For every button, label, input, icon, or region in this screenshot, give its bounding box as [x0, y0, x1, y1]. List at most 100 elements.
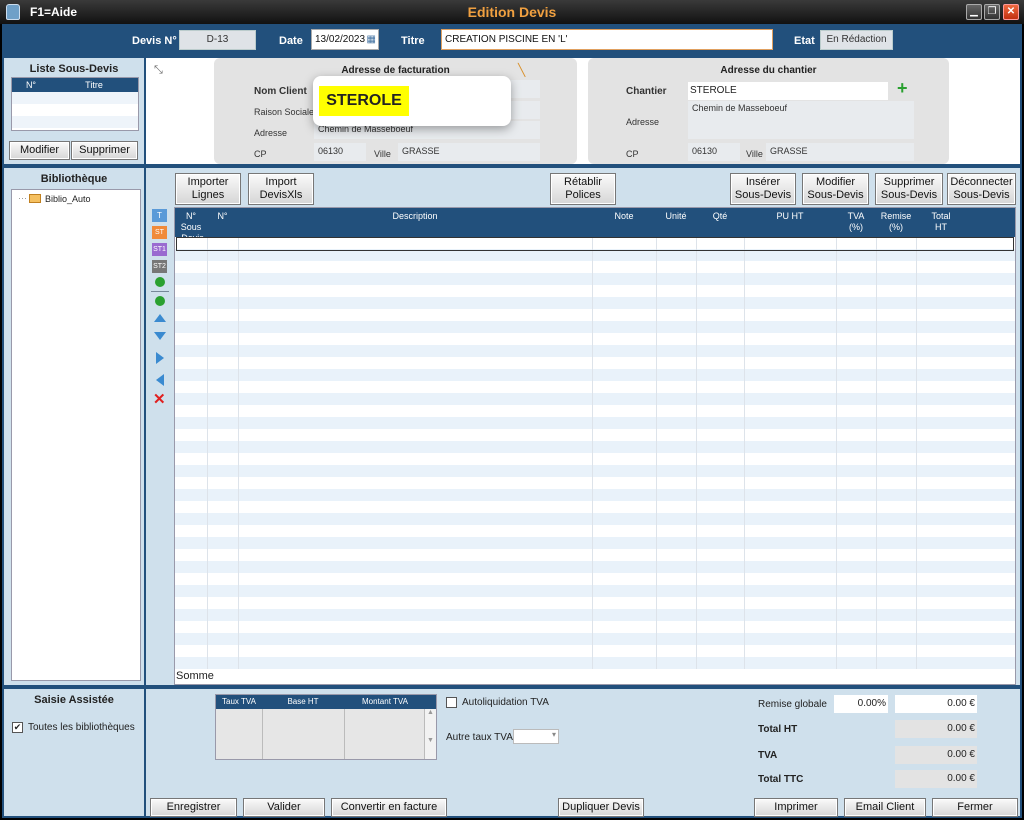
chantier-adresse-field[interactable]: Chemin de Masseboeuf — [688, 101, 914, 139]
table-row[interactable] — [175, 657, 1015, 669]
chantier-ville-field[interactable]: GRASSE — [766, 143, 914, 161]
add-chantier-icon[interactable]: + — [897, 78, 908, 99]
client-popup[interactable]: STEROLE — [313, 76, 511, 126]
move-down-icon[interactable] — [154, 332, 166, 340]
retablir-polices-button[interactable]: Rétablir Polices — [550, 173, 616, 205]
table-row[interactable] — [175, 561, 1015, 573]
insert-st-icon[interactable]: ST — [152, 226, 167, 239]
table-row[interactable] — [175, 417, 1015, 429]
col-header-1[interactable]: N° — [207, 211, 238, 222]
table-row[interactable] — [175, 453, 1015, 465]
autoliquidation-checkbox[interactable] — [446, 697, 457, 708]
col-header-5[interactable]: Qté — [696, 211, 744, 222]
imprimer-button[interactable]: Imprimer — [754, 798, 838, 817]
col-header-9[interactable]: Total HT — [916, 211, 966, 233]
table-row[interactable] — [175, 477, 1015, 489]
enregistrer-button[interactable]: Enregistrer — [150, 798, 237, 817]
lines-table[interactable]: N° Sous-DevisN°DescriptionNoteUnitéQtéPU… — [174, 207, 1016, 685]
inserer-sous-devis-button[interactable]: Insérer Sous-Devis — [730, 173, 796, 205]
table-row[interactable] — [175, 501, 1015, 513]
table-row[interactable] — [175, 489, 1015, 501]
table-row[interactable] — [175, 309, 1015, 321]
table-row[interactable] — [175, 585, 1015, 597]
table-row[interactable] — [175, 645, 1015, 657]
outdent-icon[interactable] — [156, 374, 164, 386]
insert-st1-icon[interactable]: ST1 — [152, 243, 167, 256]
tva-scrollbar[interactable]: ▲ ▼ — [424, 709, 436, 759]
facturation-cp-field[interactable]: 06130 — [314, 143, 366, 161]
table-row[interactable] — [175, 297, 1015, 309]
tva-table[interactable]: Taux TVA Base HT Montant TVA ▲ ▼ — [215, 694, 437, 760]
autre-taux-select[interactable]: ▾ — [513, 729, 559, 744]
table-row[interactable] — [175, 609, 1015, 621]
col-header-6[interactable]: PU HT — [744, 211, 836, 222]
table-row[interactable] — [175, 549, 1015, 561]
table-row[interactable] — [175, 429, 1015, 441]
col-header-3[interactable]: Note — [592, 211, 656, 222]
table-row[interactable] — [175, 345, 1015, 357]
supprimer-sous-devis-toolbar-button[interactable]: Supprimer Sous-Devis — [875, 173, 943, 205]
modifier-sous-devis-button[interactable]: Modifier — [9, 141, 70, 160]
col-header-4[interactable]: Unité — [656, 211, 696, 222]
restore-icon[interactable]: ❐ — [984, 4, 1000, 20]
chantier-input[interactable]: STEROLE — [688, 82, 888, 100]
table-row[interactable] — [175, 537, 1015, 549]
move-up-icon[interactable] — [154, 314, 166, 322]
table-row[interactable] — [175, 573, 1015, 585]
facturation-ville-field[interactable]: GRASSE — [398, 143, 540, 161]
biblio-item[interactable]: ⋯ Biblio_Auto — [12, 190, 140, 204]
close-icon[interactable]: ✕ — [1003, 4, 1019, 20]
importer-lignes-button[interactable]: Importer Lignes — [175, 173, 241, 205]
chantier-cp-field[interactable]: 06130 — [688, 143, 740, 161]
dupliquer-devis-button[interactable]: Dupliquer Devis — [558, 798, 644, 817]
table-row[interactable] — [175, 369, 1015, 381]
date-field[interactable]: 13/02/2023 ▦ — [311, 29, 379, 50]
table-body[interactable] — [175, 237, 1015, 669]
devis-number-field: D-13 — [179, 30, 256, 50]
fermer-button[interactable]: Fermer — [932, 798, 1018, 817]
add-line-below-icon[interactable] — [155, 296, 165, 306]
remise-pct-input[interactable]: 0.00% — [834, 695, 888, 713]
convertir-facture-button[interactable]: Convertir en facture — [331, 798, 447, 817]
table-row[interactable] — [175, 333, 1015, 345]
table-row[interactable] — [175, 381, 1015, 393]
table-row[interactable] — [175, 321, 1015, 333]
remise-value-input[interactable]: 0.00 € — [895, 695, 977, 713]
table-row[interactable] — [175, 633, 1015, 645]
table-row[interactable] — [175, 621, 1015, 633]
indent-icon[interactable] — [156, 352, 164, 364]
table-row[interactable] — [175, 525, 1015, 537]
valider-button[interactable]: Valider — [243, 798, 325, 817]
supprimer-sous-devis-button[interactable]: Supprimer — [71, 141, 138, 160]
table-row[interactable] — [175, 357, 1015, 369]
table-row[interactable] — [175, 261, 1015, 273]
edit-pencil-icon[interactable]: ╲ — [518, 63, 525, 77]
collapse-icon[interactable]: ⤡ — [154, 64, 163, 77]
deconnecter-sous-devis-button[interactable]: Déconnecter Sous-Devis — [947, 173, 1016, 205]
table-row[interactable] — [175, 285, 1015, 297]
col-header-8[interactable]: Remise (%) — [876, 211, 916, 233]
modifier-sous-devis-toolbar-button[interactable]: Modifier Sous-Devis — [802, 173, 869, 205]
table-row[interactable] — [175, 597, 1015, 609]
table-row[interactable] — [175, 465, 1015, 477]
calendar-icon[interactable]: ▦ — [367, 30, 376, 49]
selected-row[interactable] — [176, 237, 1014, 251]
minimize-icon[interactable]: ▁ — [966, 4, 982, 20]
table-row[interactable] — [175, 441, 1015, 453]
table-row[interactable] — [175, 273, 1015, 285]
table-row[interactable] — [175, 393, 1015, 405]
email-client-button[interactable]: Email Client — [844, 798, 926, 817]
table-row[interactable] — [175, 513, 1015, 525]
titre-input[interactable]: CREATION PISCINE EN 'L' — [441, 29, 773, 50]
biblio-tree[interactable]: ⋯ Biblio_Auto — [11, 189, 141, 681]
add-line-icon[interactable] — [155, 277, 165, 287]
table-row[interactable] — [175, 405, 1015, 417]
col-header-2[interactable]: Description — [238, 211, 592, 222]
toutes-bibliotheques-checkbox[interactable]: ✔ — [12, 722, 23, 733]
import-devisxls-button[interactable]: Import DevisXls — [248, 173, 314, 205]
sous-devis-list[interactable]: N° Titre — [11, 77, 139, 131]
col-header-7[interactable]: TVA (%) — [836, 211, 876, 233]
delete-line-icon[interactable]: ✕ — [153, 392, 169, 407]
insert-text-icon[interactable]: T — [152, 209, 167, 222]
insert-st2-icon[interactable]: ST2 — [152, 260, 167, 273]
